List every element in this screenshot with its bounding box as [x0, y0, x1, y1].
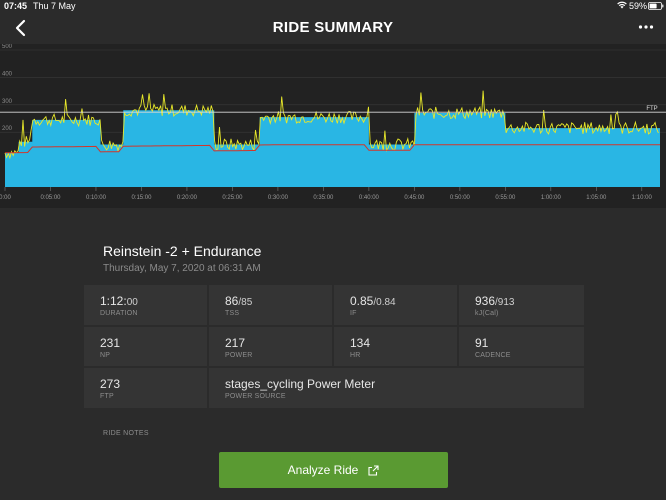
- workout-info: Reinstein -2 + Endurance Thursday, May 7…: [103, 243, 261, 274]
- page-title: RIDE SUMMARY: [272, 19, 394, 36]
- battery-percent: 59%: [629, 1, 648, 11]
- x-tick-label: 0:15:00: [131, 195, 152, 201]
- y-tick-label: 300: [2, 99, 13, 105]
- ride-notes-label[interactable]: RIDE NOTES: [103, 430, 149, 437]
- x-tick-label: 0:40:00: [359, 195, 380, 201]
- workout-date: Thursday, May 7, 2020 at 06:31 AM: [103, 263, 261, 274]
- x-tick-label: 0:20:00: [177, 195, 198, 201]
- x-tick-label: 0:25:00: [222, 195, 243, 201]
- stats-grid: 1:12:00 DURATION 86/85 TSS 0.85/0.84 IF …: [84, 285, 584, 408]
- x-tick-label: 0:50:00: [450, 195, 471, 201]
- stat-np: 231 NP: [84, 327, 207, 366]
- x-tick-label: 0:05:00: [40, 195, 61, 201]
- stat-power: 217 POWER: [209, 327, 332, 366]
- stat-if: 0.85/0.84 IF: [334, 285, 457, 325]
- x-tick-label: 1:00:00: [541, 195, 562, 201]
- wifi-icon: [617, 1, 627, 11]
- y-tick-label: 500: [2, 44, 13, 50]
- analyze-ride-button[interactable]: Analyze Ride: [219, 452, 448, 488]
- analyze-ride-label: Analyze Ride: [287, 463, 359, 477]
- workout-name: Reinstein -2 + Endurance: [103, 243, 262, 259]
- external-link-icon: [368, 464, 379, 476]
- power-chart[interactable]: 500 400 300 200 FTP 0:00 0:05:00 0:10:00 0:15:00…: [0, 44, 666, 208]
- status-date: Thu 7 May: [33, 1, 76, 11]
- x-tick-label: 0:35:00: [313, 195, 334, 201]
- status-time: 07:45: [4, 1, 28, 11]
- power-chart-svg: 500 400 300 200 FTP 0:00 0:05:00 0:10:00 0:15:00…: [0, 44, 666, 208]
- ftp-label: FTP: [646, 106, 657, 112]
- x-tick-label: 0:45:00: [404, 195, 425, 201]
- stat-ftp: 273 FTP: [84, 368, 207, 408]
- header: RIDE SUMMARY: [0, 12, 666, 45]
- stat-tss: 86/85 TSS: [209, 285, 332, 325]
- stat-cadence: 91 CADENCE: [459, 327, 584, 366]
- x-tick-label: 1:05:00: [586, 195, 607, 201]
- battery-icon: [648, 2, 664, 12]
- x-tick-label: 0:10:00: [86, 195, 107, 201]
- stat-duration: 1:12:00 DURATION: [84, 285, 207, 325]
- status-bar: 07:45 Thu 7 May 59%: [0, 0, 666, 12]
- stat-power-source: stages_cycling Power Meter POWER SOURCE: [209, 368, 584, 408]
- more-options-icon[interactable]: [638, 20, 654, 34]
- x-tick-label: 0:30:00: [268, 195, 289, 201]
- y-tick-label: 400: [2, 71, 13, 77]
- stat-kj: 936/913 kJ(Cal): [459, 285, 584, 325]
- stat-hr: 134 HR: [334, 327, 457, 366]
- x-tick-label: 0:00: [0, 195, 11, 201]
- y-tick-label: 200: [2, 126, 13, 132]
- x-tick-label: 0:55:00: [495, 195, 516, 201]
- x-tick-label: 1:10:00: [632, 195, 653, 201]
